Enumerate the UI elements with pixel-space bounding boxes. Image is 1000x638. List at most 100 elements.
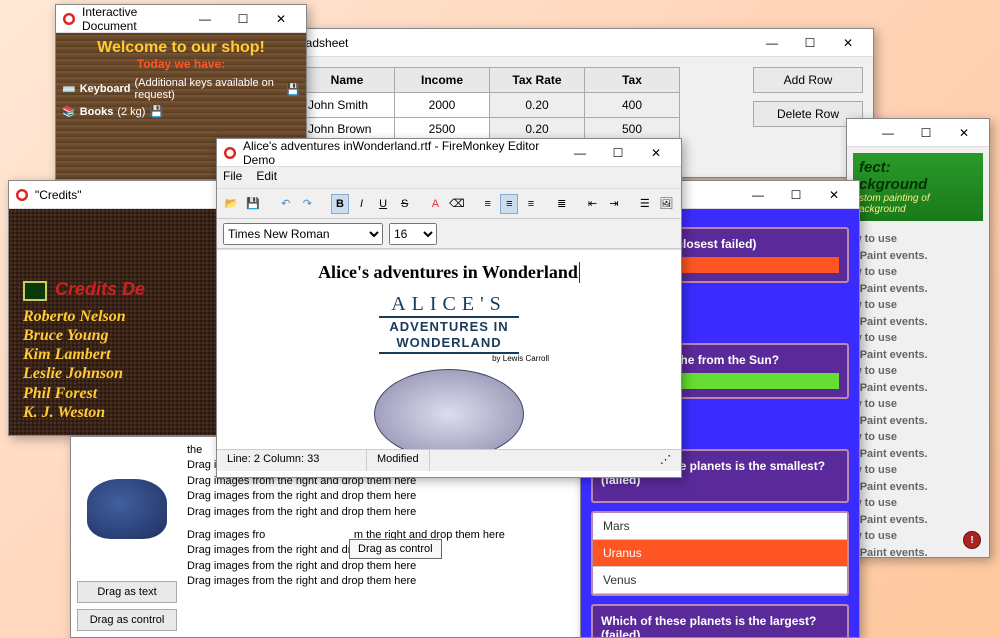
minimize-button[interactable]: — (186, 6, 224, 32)
disk-icon: 💾 (149, 105, 163, 118)
titlebar[interactable]: Alice's adventures inWonderland.rtf - Fi… (217, 139, 681, 167)
bullet-list-button[interactable]: ☰ (636, 194, 654, 214)
window-title: readsheet (295, 36, 753, 50)
col-name: Name (300, 68, 395, 93)
align-justify-button[interactable]: ≣ (553, 194, 571, 214)
maximize-button[interactable]: ☐ (791, 30, 829, 56)
toolbar: 📂 💾 ↶ ↷ B I U S A ⌫ ≡ ≡ ≡ ≣ ⇤ ⇥ ☰ 🖼 (217, 189, 681, 219)
drag-as-text-button[interactable]: Drag as text (77, 581, 177, 603)
effect-line: w to use (853, 429, 983, 446)
effect-line: nPaint events. (853, 545, 983, 558)
maximize-button[interactable]: ☐ (599, 140, 637, 166)
titlebar[interactable]: Interactive Document — ☐ ✕ (56, 5, 306, 33)
menu-file[interactable]: File (223, 169, 242, 186)
indent-increase-button[interactable]: ⇥ (605, 194, 623, 214)
save-icon[interactable]: 💾 (245, 194, 263, 214)
titlebar[interactable]: readsheet — ☐ ✕ (289, 29, 873, 57)
font-color-button[interactable]: A (427, 194, 445, 214)
align-left-button[interactable]: ≡ (479, 194, 497, 214)
effect-line: nPaint events. (853, 380, 983, 397)
status-modified: Modified (367, 450, 430, 471)
document-area[interactable]: Alice's adventures in Wonderland ALICE'S… (217, 249, 681, 449)
effect-line: nPaint events. (853, 413, 983, 430)
add-row-button[interactable]: Add Row (753, 67, 863, 93)
undo-icon[interactable]: ↶ (277, 194, 295, 214)
open-icon[interactable]: 📂 (223, 194, 241, 214)
alert-badge-icon[interactable]: ! (963, 531, 981, 549)
answer-option[interactable]: Venus (593, 567, 847, 594)
effect-line: w to use (853, 462, 983, 479)
drag-hint-line: Drag images from the right and drop them… (187, 505, 583, 520)
answer-option-wrong[interactable]: Uranus (593, 540, 847, 567)
drag-as-control-button[interactable]: Drag as control (77, 609, 177, 631)
minimize-button[interactable]: — (739, 182, 777, 208)
window-title: Alice's adventures inWonderland.rtf - Fi… (243, 139, 561, 167)
keyboard-icon: ⌨️ (62, 83, 76, 96)
close-button[interactable]: ✕ (945, 120, 983, 146)
answer-option[interactable]: Mars (593, 513, 847, 540)
close-button[interactable]: ✕ (637, 140, 675, 166)
menu-edit[interactable]: Edit (256, 169, 277, 186)
doc-illustration: ALICE'S ADVENTURES INWONDERLAND by Lewis… (229, 293, 669, 449)
shop-item[interactable]: 📚 Books (2 kg) 💾 (62, 105, 300, 118)
titlebar[interactable]: — ☐ ✕ (847, 119, 989, 147)
indent-decrease-button[interactable]: ⇤ (584, 194, 602, 214)
col-taxrate: Tax Rate (490, 68, 585, 93)
minimize-button[interactable]: — (869, 120, 907, 146)
maximize-button[interactable]: ☐ (224, 6, 262, 32)
statusbar: Line: 2 Column: 33 Modified ⋰ (217, 449, 681, 471)
shop-item[interactable]: ⌨️ Keyboard (Additional keys available o… (62, 77, 300, 101)
shop-heading: Welcome to our shop! (62, 39, 300, 57)
question-text: Which of these planets is the largest? (… (601, 614, 839, 637)
effect-line: w to use (853, 231, 983, 248)
close-button[interactable]: ✕ (815, 182, 853, 208)
editor-window: Alice's adventures inWonderland.rtf - Fi… (216, 138, 682, 478)
strikethrough-button[interactable]: S (396, 194, 414, 214)
effect-line: nPaint events. (853, 446, 983, 463)
effect-line: nPaint events. (853, 347, 983, 364)
effect-line: nPaint events. (853, 314, 983, 331)
status-position: Line: 2 Column: 33 (217, 450, 367, 471)
shop-subheading: Today we have: (62, 57, 300, 71)
effect-line: w to use (853, 495, 983, 512)
quiz-card: Which of these planets is the largest? (… (591, 604, 849, 637)
align-right-button[interactable]: ≡ (522, 194, 540, 214)
drag-hint-line: Drag images from the right and drop them… (187, 489, 583, 504)
butterfly-image[interactable] (87, 479, 167, 539)
minimize-button[interactable]: — (561, 140, 599, 166)
underline-button[interactable]: U (374, 194, 392, 214)
col-income: Income (395, 68, 490, 93)
bold-button[interactable]: B (331, 194, 349, 214)
effect-line: nPaint events. (853, 248, 983, 265)
drag-hint-line: Drag images from the right and drop them… (187, 574, 583, 589)
maximize-button[interactable]: ☐ (907, 120, 945, 146)
effect-text-list: w to usenPaint events.w to usenPaint eve… (853, 231, 983, 557)
close-button[interactable]: ✕ (262, 6, 300, 32)
effect-line: w to use (853, 330, 983, 347)
minimize-button[interactable]: — (753, 30, 791, 56)
effect-line: nPaint events. (853, 512, 983, 529)
disk-icon: 💾 (286, 83, 300, 96)
effect-line: w to use (853, 396, 983, 413)
effect-header: fect: ckground stom painting of ackgroun… (853, 153, 983, 221)
app-icon (62, 12, 76, 26)
font-family-select[interactable]: Times New Roman (223, 223, 383, 245)
chart-icon (23, 281, 47, 301)
window-title: Interactive Document (82, 5, 186, 33)
redo-icon[interactable]: ↷ (299, 194, 317, 214)
resize-grip-icon[interactable]: ⋰ (650, 450, 681, 471)
close-button[interactable]: ✕ (829, 30, 867, 56)
italic-button[interactable]: I (353, 194, 371, 214)
insert-image-button[interactable]: 🖼 (658, 194, 676, 214)
floating-drag-label[interactable]: Drag as control (349, 539, 442, 559)
align-center-button[interactable]: ≡ (500, 194, 518, 214)
clear-format-button[interactable]: ⌫ (448, 194, 466, 214)
answer-list: Mars Uranus Venus (591, 511, 849, 596)
font-size-select[interactable]: 16 (389, 223, 437, 245)
font-toolbar: Times New Roman 16 (217, 219, 681, 249)
table-header-row: Name Income Tax Rate Tax (300, 68, 680, 93)
maximize-button[interactable]: ☐ (777, 182, 815, 208)
effect-line: w to use (853, 264, 983, 281)
effect-line: nPaint events. (853, 479, 983, 496)
drag-hint-line: Drag images from the right and drop them… (187, 559, 583, 574)
